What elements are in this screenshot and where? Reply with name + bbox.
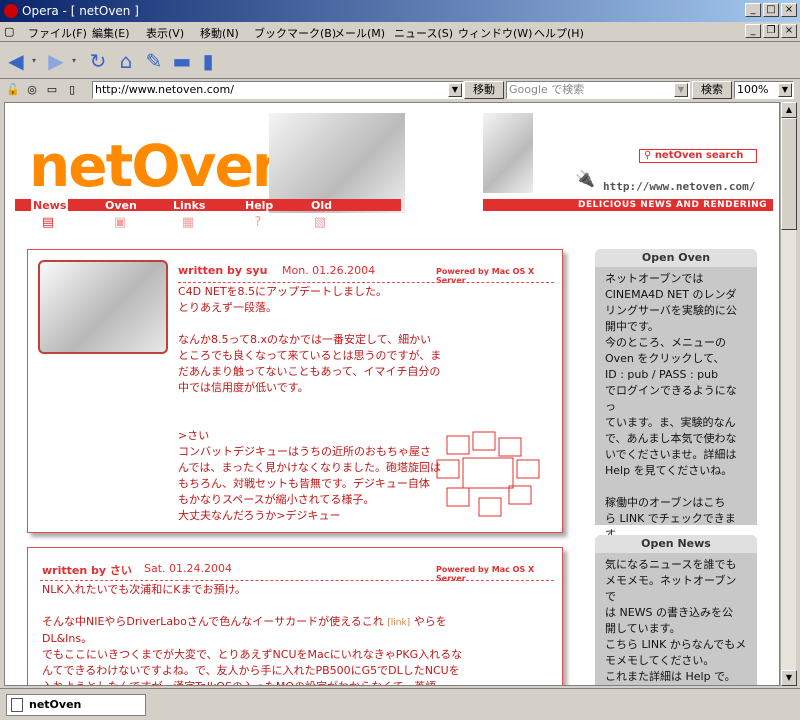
plug-icon: 🔌	[575, 169, 595, 188]
doc-close-button[interactable]: ×	[781, 24, 797, 38]
search-input[interactable]: Google で検索 ▼	[506, 81, 690, 99]
search-dropdown-icon[interactable]: ▼	[674, 83, 688, 97]
post-author: written by syu	[178, 264, 268, 277]
vertical-scrollbar[interactable]: ▲ ▼	[780, 102, 797, 686]
navigation-toolbar: ◀ ▾ ▶ ▾ ↻ ⌂ ✎ ▬ ▮	[0, 43, 800, 79]
window-title: Opera - [ netOven ]	[22, 4, 139, 18]
menu-help[interactable]: ヘルプ(H)	[534, 25, 584, 41]
reload-icon[interactable]: ↻	[86, 50, 110, 72]
scroll-up-icon[interactable]: ▲	[781, 102, 797, 118]
site-url-signature: http://www.netoven.com/	[603, 180, 756, 193]
menu-bar: ▢ ファイル(F) 編集(E) 表示(V) 移動(N) ブックマーク(B) メー…	[0, 22, 800, 42]
menu-news[interactable]: ニュース(S)	[394, 25, 453, 41]
post-divider	[40, 580, 554, 581]
menu-window[interactable]: ウィンドウ(W)	[458, 25, 532, 41]
page-viewport: netOven ⚲ netOven search 🔌 http://www.ne…	[4, 102, 780, 686]
zoom-select[interactable]: 100% ▼	[734, 81, 794, 99]
sidebar-open-news: Open News 気になるニュースを誰でも メモメモ。ネットオーブンで は N…	[595, 535, 757, 685]
page-tab-bar: netOven	[0, 688, 800, 720]
post-divider	[178, 282, 554, 283]
news-icon[interactable]: ▤	[41, 215, 55, 231]
scroll-thumb[interactable]	[781, 118, 797, 230]
page-info-icon[interactable]: ▯	[66, 83, 78, 97]
maximize-button[interactable]: □	[763, 3, 779, 17]
nav-bar	[15, 199, 401, 211]
news-post: written by さい Sat. 01.24.2004 Powered by…	[27, 547, 563, 685]
forward-icon[interactable]: ▶	[44, 50, 68, 72]
zoom-value: 100%	[737, 83, 769, 96]
forward-dropdown-icon[interactable]: ▾	[68, 50, 80, 72]
menu-navigate[interactable]: 移動(N)	[200, 25, 239, 41]
ovens-header-image	[269, 113, 405, 213]
back-dropdown-icon[interactable]: ▾	[28, 50, 40, 72]
post-link[interactable]: [link]	[387, 618, 410, 628]
wireframe-ovens-image	[436, 431, 540, 517]
nav-news[interactable]: News	[31, 199, 69, 212]
nav-oven[interactable]: Oven	[105, 199, 137, 212]
post-text: NLK入れたいでも次浦和にKまでお預け。 そんな中NIEやらDriverLabo…	[42, 583, 384, 628]
menu-bookmarks[interactable]: ブックマーク(B)	[254, 25, 336, 41]
menu-view[interactable]: 表示(V)	[146, 25, 184, 41]
new-page-icon[interactable]: ▮	[196, 50, 220, 72]
search-button[interactable]: 検索	[692, 81, 732, 99]
nav-old[interactable]: Old	[311, 199, 332, 212]
menu-mail[interactable]: メール(M)	[334, 25, 385, 41]
search-glass-icon: ⚲	[644, 150, 655, 161]
oven-header-image	[483, 113, 533, 193]
post-date: Sat. 01.24.2004	[144, 562, 233, 575]
post-image	[38, 260, 168, 354]
help-icon[interactable]: ?	[251, 215, 265, 231]
sidebar-title: Open News	[595, 535, 757, 553]
print-icon[interactable]: ▬	[170, 50, 194, 72]
hotlist-icon[interactable]: ✎	[142, 50, 166, 72]
back-icon[interactable]: ◀	[4, 50, 28, 72]
close-button[interactable]: ×	[781, 3, 797, 17]
oven-icon[interactable]: ▣	[113, 215, 127, 231]
opera-icon	[4, 4, 18, 18]
netoven-search-link[interactable]: ⚲ netOven search	[639, 149, 757, 163]
sidebar-text: ネットオーブンでは CINEMA4D NET のレンダ リングサーバを実験的に公…	[605, 272, 737, 541]
zoom-dropdown-icon[interactable]: ▼	[778, 83, 792, 97]
nav-links[interactable]: Links	[173, 199, 205, 212]
search-placeholder: Google で検索	[509, 83, 585, 96]
menu-file[interactable]: ファイル(F)	[28, 25, 87, 41]
nav-help[interactable]: Help	[245, 199, 273, 212]
url-dropdown-icon[interactable]: ▼	[448, 83, 462, 97]
doc-restore-button[interactable]: ❐	[763, 24, 779, 38]
links-icon[interactable]: ▦	[181, 215, 195, 231]
sidebar-text: 気になるニュースを誰でも メモメモ。ネットオーブンで は NEWS の書き込みを…	[605, 558, 747, 683]
wand-icon[interactable]: ◎	[26, 83, 38, 97]
address-bar: 🔓 ◎ ▭ ▯ http://www.netoven.com/ ▼ 移動 Goo…	[0, 79, 800, 101]
page-icon: ▢	[4, 25, 15, 38]
url-text: http://www.netoven.com/	[95, 83, 234, 96]
post-date: Mon. 01.26.2004	[282, 264, 376, 277]
post-body: NLK入れたいでも次浦和にKまでお預け。 そんな中NIEやらDriverLabo…	[42, 582, 558, 685]
lock-icon[interactable]: 🔓	[6, 83, 20, 97]
window-titlebar: Opera - [ netOven ] _ □ ×	[0, 0, 800, 22]
home-icon[interactable]: ⌂	[114, 50, 138, 72]
sidebar-open-oven: Open Oven ネットオーブンでは CINEMA4D NET のレンダ リン…	[595, 249, 757, 541]
menu-edit[interactable]: 編集(E)	[92, 25, 130, 41]
site-logo[interactable]: netOven	[29, 131, 293, 201]
scroll-down-icon[interactable]: ▼	[781, 670, 797, 686]
document-icon	[11, 698, 23, 712]
post-author: written by さい	[42, 564, 132, 577]
sidebar-title: Open Oven	[595, 249, 757, 267]
tagline: DELICIOUS NEWS AND RENDERING	[483, 199, 773, 211]
minimize-button[interactable]: _	[745, 3, 761, 17]
document-icon[interactable]: ▭	[46, 83, 58, 97]
page-tab[interactable]: netOven	[6, 694, 146, 716]
news-post: written by syu Mon. 01.26.2004 Powered b…	[27, 249, 563, 533]
url-input[interactable]: http://www.netoven.com/ ▼	[92, 81, 464, 99]
tab-label: netOven	[29, 698, 82, 711]
old-icon[interactable]: ▧	[313, 215, 327, 231]
doc-minimize-button[interactable]: _	[745, 24, 761, 38]
search-link-label: netOven search	[654, 150, 744, 161]
go-button[interactable]: 移動	[464, 81, 504, 99]
